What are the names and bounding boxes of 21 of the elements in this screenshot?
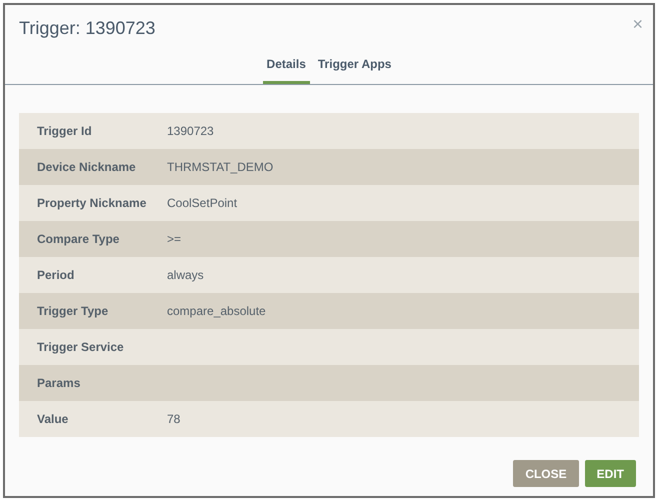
- field-value: CoolSetPoint: [167, 195, 238, 212]
- field-value: THRMSTAT_DEMO: [167, 159, 274, 176]
- field-label: Period: [36, 267, 76, 284]
- field-label: Property Nickname: [36, 195, 148, 212]
- field-label: Trigger Id: [36, 123, 93, 140]
- field-value: 78: [167, 411, 180, 428]
- field-label: Value: [36, 411, 70, 428]
- dialog-title: Trigger: 1390723: [19, 17, 156, 40]
- field-value: compare_absolute: [167, 303, 266, 320]
- field-value: 1390723: [167, 123, 214, 140]
- dialog-button[interactable]: EDIT: [584, 460, 636, 487]
- tab[interactable]: Details: [262, 55, 310, 84]
- field-value: always: [167, 267, 204, 284]
- tab[interactable]: Trigger Apps: [314, 55, 396, 84]
- field-value: >=: [167, 231, 182, 248]
- dialog-button[interactable]: CLOSE: [513, 460, 579, 487]
- field-label: Trigger Service: [36, 339, 125, 356]
- field-label: Trigger Type: [36, 303, 110, 320]
- field-label: Compare Type: [36, 231, 120, 248]
- field-label: Device Nickname: [36, 159, 137, 176]
- field-label: Params: [36, 375, 82, 392]
